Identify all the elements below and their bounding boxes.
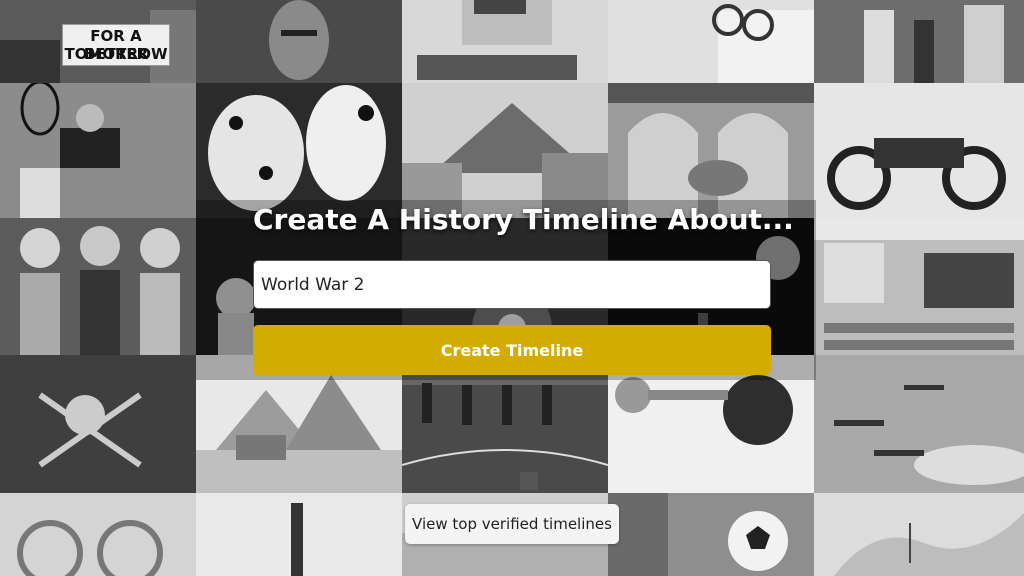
tile-aircraft-formation <box>814 355 1024 493</box>
tile-scissors-notebook <box>608 0 814 83</box>
protest-sign-line-2: TOMORROW <box>64 45 168 63</box>
tile-paper-lanterns <box>196 83 402 218</box>
tile-motorcycle <box>814 83 1024 218</box>
tile-protest-photo: FOR A BETTER TOMORROW <box>0 0 196 83</box>
view-verified-timelines-button[interactable]: View top verified timelines <box>405 504 619 544</box>
tile-film-reels <box>0 493 196 576</box>
tile-vintage-computer <box>402 0 608 83</box>
tile-classroom <box>814 218 1024 355</box>
page-headline: Create A History Timeline About... <box>253 203 794 236</box>
tile-street-crowd <box>814 0 1024 83</box>
tile-map-pins <box>814 493 1024 576</box>
tile-tennis-player <box>0 83 196 218</box>
landing-page: FOR A BETTER TOMORROW Create A History T… <box>0 0 1024 576</box>
tile-portrait-painting <box>196 0 402 83</box>
create-timeline-button[interactable]: Create Timeline <box>253 325 771 375</box>
tile-volcano-town <box>402 83 608 218</box>
tile-soccer-goal <box>608 493 814 576</box>
tile-singers-trio <box>0 218 196 355</box>
tile-guitar <box>196 493 402 576</box>
topic-input[interactable] <box>253 260 771 309</box>
tile-arched-courtyard <box>608 83 814 218</box>
tile-pirate-flag <box>0 355 196 493</box>
protest-sign: FOR A BETTER TOMORROW <box>62 24 170 66</box>
